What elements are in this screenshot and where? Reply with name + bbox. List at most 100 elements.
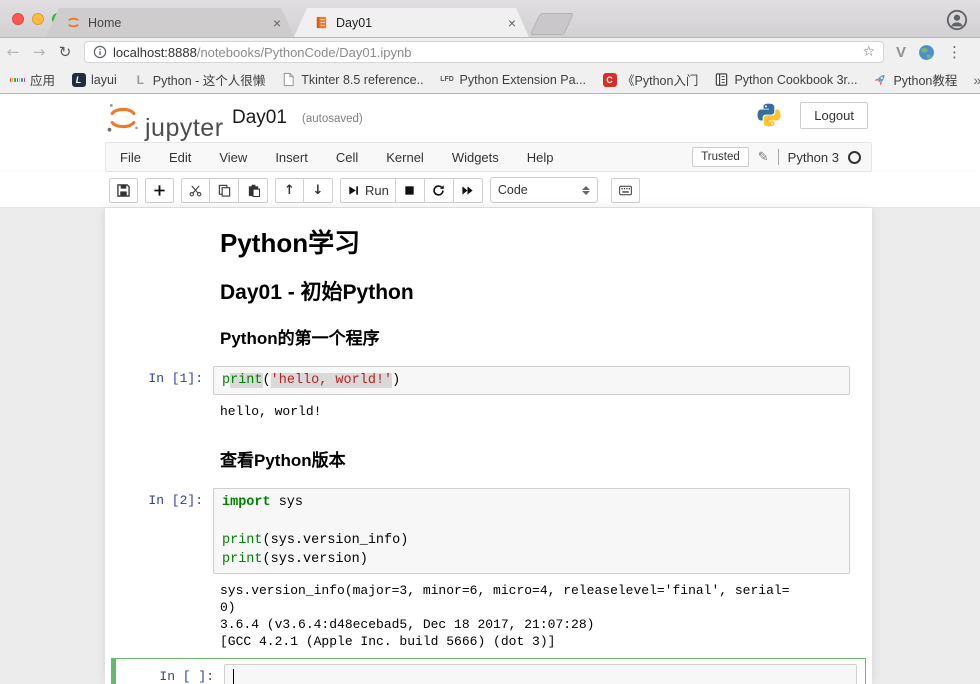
address-bar[interactable]: localhost:8888 /notebooks/PythonCode/Day… (84, 41, 884, 63)
jupyter-logo-icon (104, 100, 142, 136)
bookmark-python-blog[interactable]: L Python - 这个人很懒 (133, 70, 266, 89)
bookmark-label: Python Extension Pa... (460, 73, 586, 87)
copy-icon (218, 184, 231, 197)
menu-widgets[interactable]: Widgets (438, 150, 513, 165)
code-input-3[interactable] (224, 664, 857, 684)
bookmark-python-tutorial[interactable]: Python教程 (873, 70, 957, 89)
bookmark-apps[interactable]: 应用 (10, 70, 55, 89)
extension-area: V ⋮ (896, 43, 962, 61)
code-input-1[interactable]: print('hello, world!') (213, 366, 850, 395)
move-cell-down-button[interactable]: ↓ (304, 178, 333, 203)
markdown-cell-day01[interactable]: Day01 - 初始Python (213, 280, 850, 306)
bookmark-layui[interactable]: L layui (71, 72, 117, 87)
bookmark-python-intro[interactable]: C 《Python入门 (602, 70, 698, 89)
forward-icon[interactable]: → (26, 43, 52, 61)
restart-run-all-button[interactable] (454, 178, 483, 203)
markdown-cell-title[interactable]: Python学习 (213, 228, 850, 258)
heading-first-program: Python的第一个程序 (220, 328, 850, 350)
menu-file[interactable]: File (106, 150, 155, 165)
python-logo-icon (756, 102, 782, 128)
menu-cell[interactable]: Cell (322, 150, 372, 165)
back-icon[interactable]: ← (0, 43, 26, 61)
close-tab-icon[interactable]: × (505, 15, 519, 31)
cell-type-value: Code (498, 183, 528, 197)
menu-kernel[interactable]: Kernel (372, 150, 438, 165)
bookmark-python-extension[interactable]: LFD Python Extension Pa... (440, 72, 586, 87)
bookmark-label: 应用 (30, 70, 55, 89)
notebook-scroll-area[interactable]: Python学习 Day01 - 初始Python Python的第一个程序 I… (0, 208, 980, 684)
restart-icon (432, 184, 445, 197)
reload-icon[interactable]: ↻ (52, 43, 78, 61)
logout-button[interactable]: Logout (800, 102, 868, 129)
minimize-window-button[interactable] (32, 13, 44, 25)
code-cell-1[interactable]: In [1]: print('hello, world!') (105, 366, 850, 395)
add-cell-button[interactable] (145, 178, 174, 203)
page-icon (281, 72, 296, 87)
menu-view[interactable]: View (205, 150, 261, 165)
command-palette-button[interactable] (611, 178, 640, 203)
code-cell-3-selected[interactable]: In [ ]: (111, 658, 866, 684)
input-prompt: In [ ]: (116, 664, 224, 684)
tab-title: Day01 (336, 16, 505, 30)
book-icon (714, 72, 729, 87)
jupyter-logo[interactable]: jupyter (104, 100, 224, 143)
bookmark-cookbook[interactable]: Python Cookbook 3r... (714, 72, 857, 87)
bookmark-tkinter[interactable]: Tkinter 8.5 reference.. (281, 72, 423, 87)
tab-day01[interactable]: Day01 × (294, 8, 529, 37)
page-info-icon[interactable] (93, 45, 107, 59)
output-area-2: sys.version_info(major=3, minor=6, micro… (105, 580, 850, 650)
floppy-save-icon (117, 184, 130, 197)
apps-grid-icon (10, 72, 25, 87)
interrupt-kernel-button[interactable] (396, 178, 425, 203)
copy-cell-button[interactable] (210, 178, 239, 203)
fast-forward-icon (461, 184, 474, 197)
browser-toolbar: ← → ↻ localhost:8888 /notebooks/PythonCo… (0, 38, 980, 66)
move-cell-up-button[interactable]: ↑ (275, 178, 304, 203)
rocket-icon (873, 72, 888, 87)
new-tab-button[interactable] (530, 13, 574, 35)
heading-day01: Day01 - 初始Python (220, 280, 850, 306)
close-tab-icon[interactable]: × (270, 15, 284, 31)
url-host: localhost:8888 (113, 45, 197, 60)
output-prompt (105, 580, 213, 650)
output-text-2: sys.version_info(major=3, minor=6, micro… (213, 580, 850, 650)
jupyter-logo-text: jupyter (145, 114, 224, 143)
heading-python-study: Python学习 (220, 228, 850, 258)
step-forward-icon (347, 184, 360, 197)
edit-title-pencil-icon[interactable]: ✎ (758, 150, 769, 165)
bookmark-label: Tkinter 8.5 reference.. (301, 73, 423, 87)
menu-insert[interactable]: Insert (261, 150, 322, 165)
paste-cell-button[interactable] (239, 178, 268, 203)
save-button[interactable] (109, 178, 138, 203)
layui-icon: L (72, 73, 86, 87)
cut-cell-button[interactable] (181, 178, 210, 203)
menu-help[interactable]: Help (513, 150, 568, 165)
globe-extension-icon[interactable] (918, 44, 935, 61)
input-prompt: In [1]: (105, 366, 213, 395)
kernel-status-icon (848, 151, 861, 164)
tab-home[interactable]: Home × (46, 8, 294, 37)
bookmark-star-icon[interactable]: ☆ (862, 44, 875, 60)
restart-kernel-button[interactable] (425, 178, 454, 203)
browser-menu-icon[interactable]: ⋮ (947, 43, 962, 61)
code-input-2[interactable]: import sysprint(sys.version_info)print(s… (213, 488, 850, 574)
trusted-button[interactable]: Trusted (692, 147, 749, 167)
notebook-title[interactable]: Day01 (232, 107, 287, 129)
heading-check-version: 查看Python版本 (220, 450, 850, 472)
paste-icon (247, 184, 260, 197)
markdown-cell-first-program[interactable]: Python的第一个程序 (213, 328, 850, 350)
extension-v-icon[interactable]: V (896, 44, 906, 61)
markdown-cell-version[interactable]: 查看Python版本 (213, 450, 850, 472)
code-cell-2[interactable]: In [2]: import sysprint(sys.version_info… (105, 488, 850, 574)
stop-icon (403, 184, 416, 197)
scissors-icon (189, 184, 202, 197)
bookmarks-bar: 应用 L layui L Python - 这个人很懒 Tkinter 8.5 … (0, 66, 980, 94)
bookmarks-overflow-icon[interactable]: » (973, 72, 980, 88)
profile-avatar-icon[interactable] (946, 9, 968, 31)
cell-type-select[interactable]: Code (490, 177, 598, 203)
close-window-button[interactable] (12, 13, 24, 25)
run-label: Run (365, 183, 389, 198)
menu-edit[interactable]: Edit (155, 150, 205, 165)
run-cell-button[interactable]: Run (340, 178, 396, 203)
output-prompt (105, 401, 213, 420)
